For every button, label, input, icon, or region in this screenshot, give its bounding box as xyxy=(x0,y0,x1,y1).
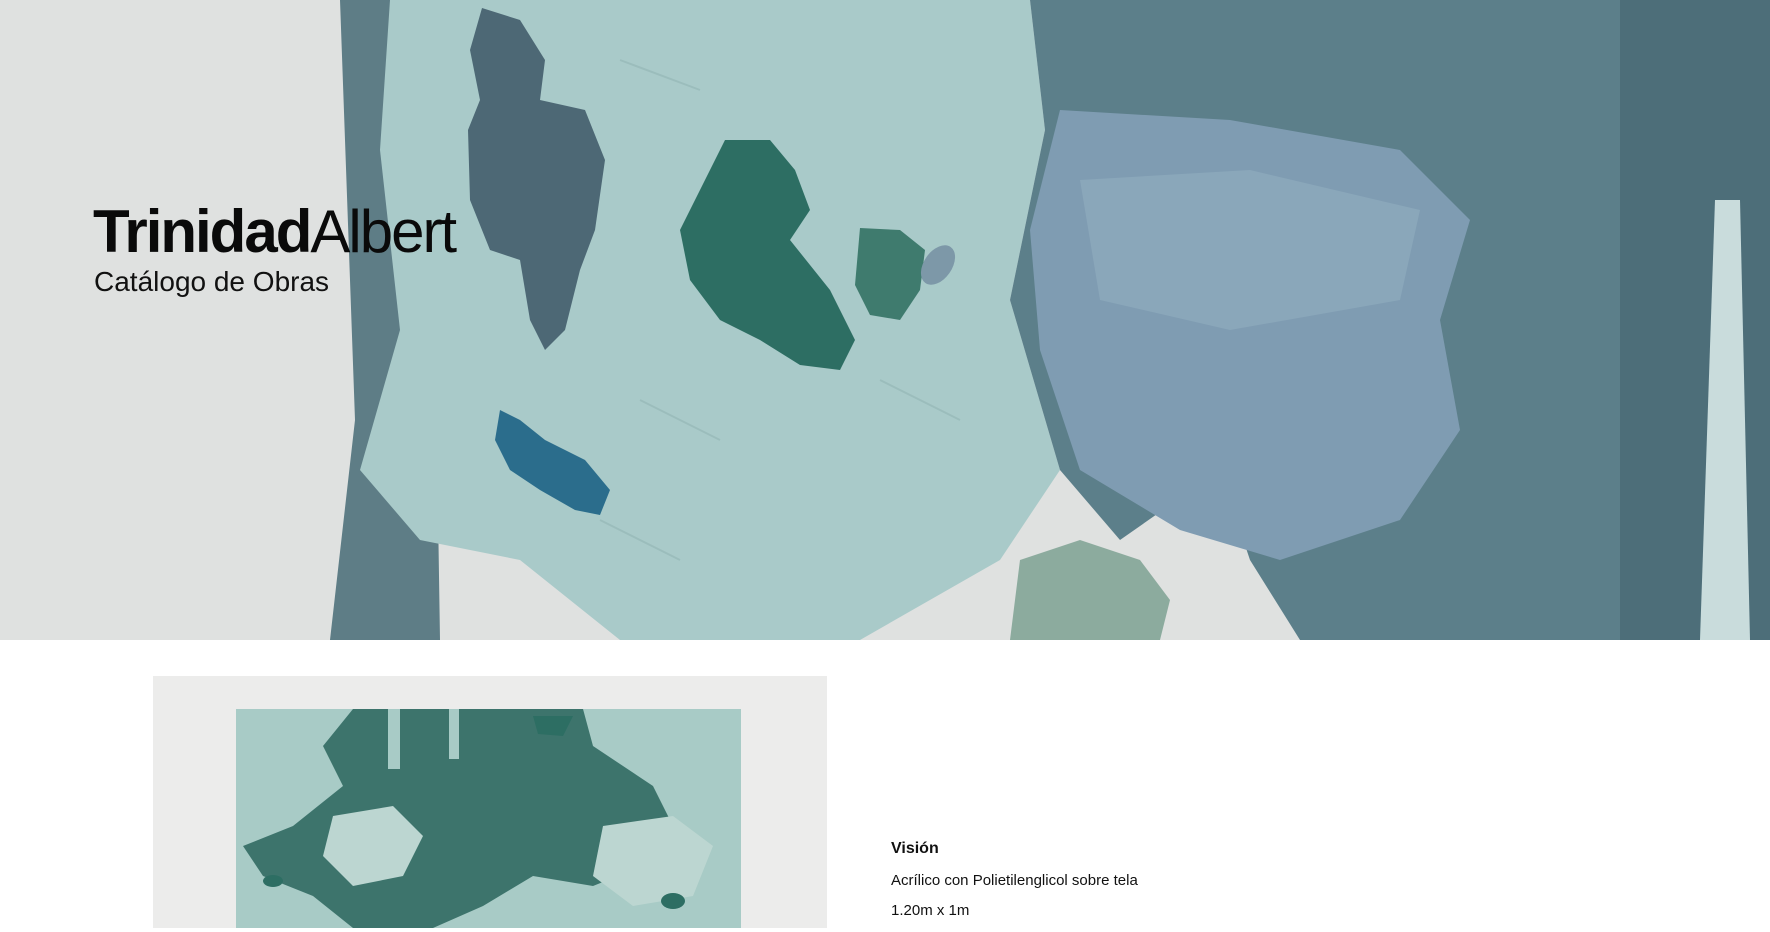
artwork-dimensions: 1.20m x 1m xyxy=(891,902,970,919)
artwork-painting xyxy=(153,676,827,928)
site-title[interactable]: TrinidadAlbert xyxy=(93,202,457,262)
site-title-last: Albert xyxy=(310,198,457,266)
artwork-image[interactable] xyxy=(153,676,827,928)
hero-painting-image xyxy=(0,0,1770,640)
artwork-title: Visión xyxy=(891,840,939,857)
site-title-first: Trinidad xyxy=(93,198,312,266)
hero-banner: TrinidadAlbert Catálogo de Obras xyxy=(0,0,1770,640)
artwork-technique: Acrílico con Polietilenglicol sobre tela xyxy=(891,872,1138,889)
page-subtitle: Catálogo de Obras xyxy=(94,266,330,297)
artwork-details: Visión Acrílico con Polietilenglicol sob… xyxy=(891,840,1138,932)
